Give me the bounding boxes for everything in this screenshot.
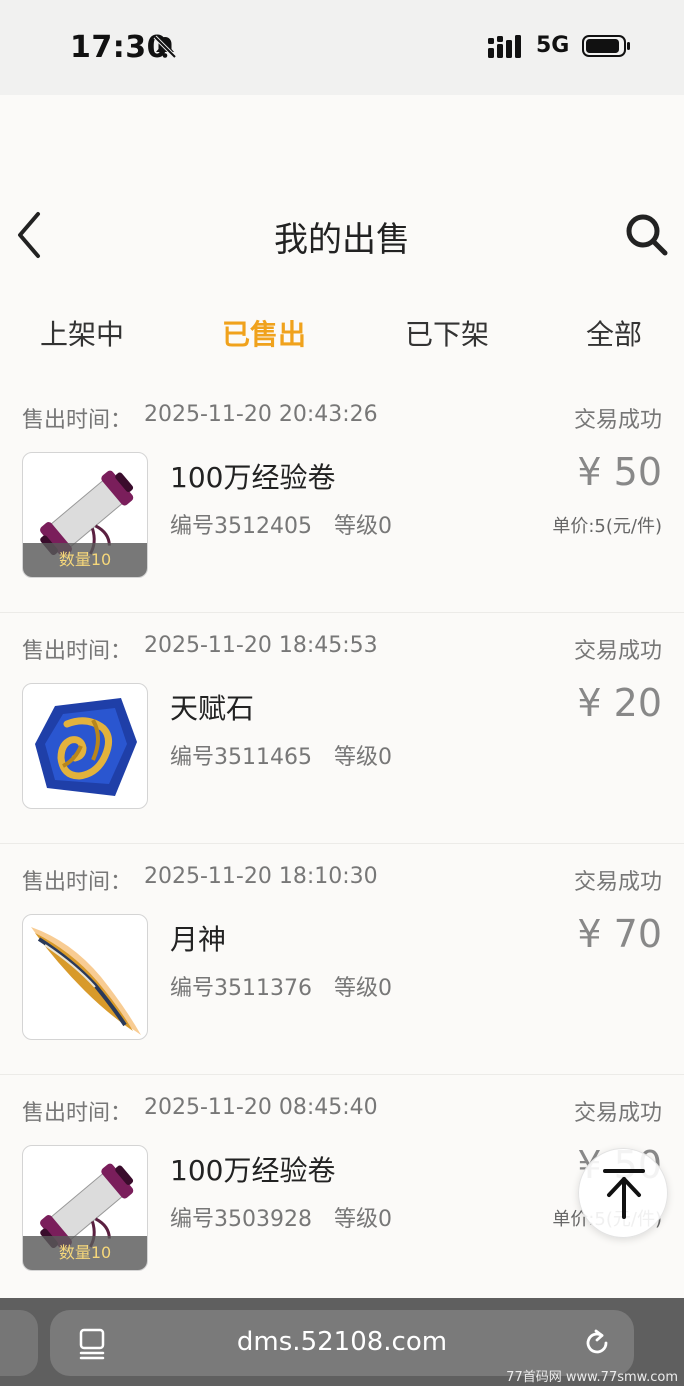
item-meta: 编号3511465 等级0 [170, 739, 392, 771]
sold-time-label: 售出时间： [22, 1101, 133, 1126]
item-price: ¥ 50 [577, 450, 662, 494]
page-title: 我的出售 [274, 220, 410, 260]
unit-price: 单价:5(元/件) [552, 516, 662, 537]
item-price: ¥ 70 [577, 912, 662, 956]
item-meta: 编号3512405 等级0 [170, 508, 392, 540]
item-level: 等级0 [333, 1207, 392, 1232]
item-thumbnail: 数量10 [22, 1145, 148, 1271]
status-tabs: 上架中 已售出 已下架 全部 [0, 305, 684, 365]
item-thumbnail: 数量10 [22, 452, 148, 578]
tab-sold[interactable]: 已售出 [222, 313, 306, 353]
tab-on-shelf[interactable]: 上架中 [40, 313, 124, 353]
quantity-badge: 数量10 [23, 543, 147, 577]
item-level: 等级0 [333, 745, 392, 770]
tab-removed[interactable]: 已下架 [405, 313, 489, 353]
sold-time: 2025-11-20 18:45:53 [144, 633, 378, 658]
order-item[interactable]: 售出时间： 2025-11-20 20:43:26 交易成功 数量10 100万… [0, 382, 684, 613]
sold-time-label: 售出时间： [22, 870, 133, 895]
item-price: ¥ 20 [577, 681, 662, 725]
blade-icon [31, 927, 141, 1035]
quantity-badge: 数量10 [23, 1236, 147, 1270]
battery-icon [582, 35, 630, 57]
order-item[interactable]: 售出时间： 2025-11-20 18:10:30 交易成功 月神 编号3511… [0, 844, 684, 1075]
item-name: 天赋石 [170, 692, 255, 725]
gem-icon [35, 698, 137, 796]
url-text: dms.52108.com [236, 1327, 448, 1357]
sold-time-label: 售出时间： [22, 639, 133, 664]
item-name: 月神 [170, 923, 227, 956]
network-label: 5G [536, 33, 570, 58]
item-name: 100万经验卷 [170, 461, 336, 494]
status-bar: 17:30 5G [0, 0, 684, 95]
search-icon[interactable] [622, 210, 670, 258]
item-thumbnail [22, 683, 148, 809]
order-status: 交易成功 [573, 408, 662, 433]
order-status: 交易成功 [573, 870, 662, 895]
sold-time: 2025-11-20 20:43:26 [144, 402, 378, 427]
order-item[interactable]: 售出时间： 2025-11-20 18:45:53 交易成功 天赋石 编号351… [0, 613, 684, 844]
item-name: 100万经验卷 [170, 1154, 336, 1187]
sold-time: 2025-11-20 08:45:40 [144, 1095, 378, 1120]
watermark: 77首码网 www.77smw.com [506, 1370, 678, 1385]
item-meta: 编号3503928 等级0 [170, 1201, 392, 1233]
order-status: 交易成功 [573, 639, 662, 664]
order-status: 交易成功 [573, 1101, 662, 1126]
item-meta: 编号3511376 等级0 [170, 970, 392, 1002]
sold-time: 2025-11-20 18:10:30 [144, 864, 378, 889]
tab-all[interactable]: 全部 [586, 313, 642, 353]
item-serial: 编号3503928 [170, 1207, 312, 1232]
item-serial: 编号3511465 [170, 745, 312, 770]
item-serial: 编号3511376 [170, 976, 312, 1001]
item-thumbnail [22, 914, 148, 1040]
item-serial: 编号3512405 [170, 514, 312, 539]
browser-toolbar: dms.52108.com 77首码网 www.77smw.com [0, 1298, 684, 1386]
arrow-up-icon [603, 1169, 645, 1219]
muted-bell-icon [153, 35, 177, 59]
nav-header: 我的出售 [0, 190, 684, 280]
sold-time-label: 售出时间： [22, 408, 133, 433]
item-level: 等级0 [333, 514, 392, 539]
signal-icon [488, 35, 521, 58]
order-list: 售出时间： 2025-11-20 20:43:26 交易成功 数量10 100万… [0, 382, 684, 1306]
back-to-top-button[interactable] [578, 1148, 668, 1238]
reload-icon[interactable] [582, 1328, 612, 1358]
item-level: 等级0 [333, 976, 392, 1001]
previous-tab[interactable] [0, 1310, 38, 1376]
